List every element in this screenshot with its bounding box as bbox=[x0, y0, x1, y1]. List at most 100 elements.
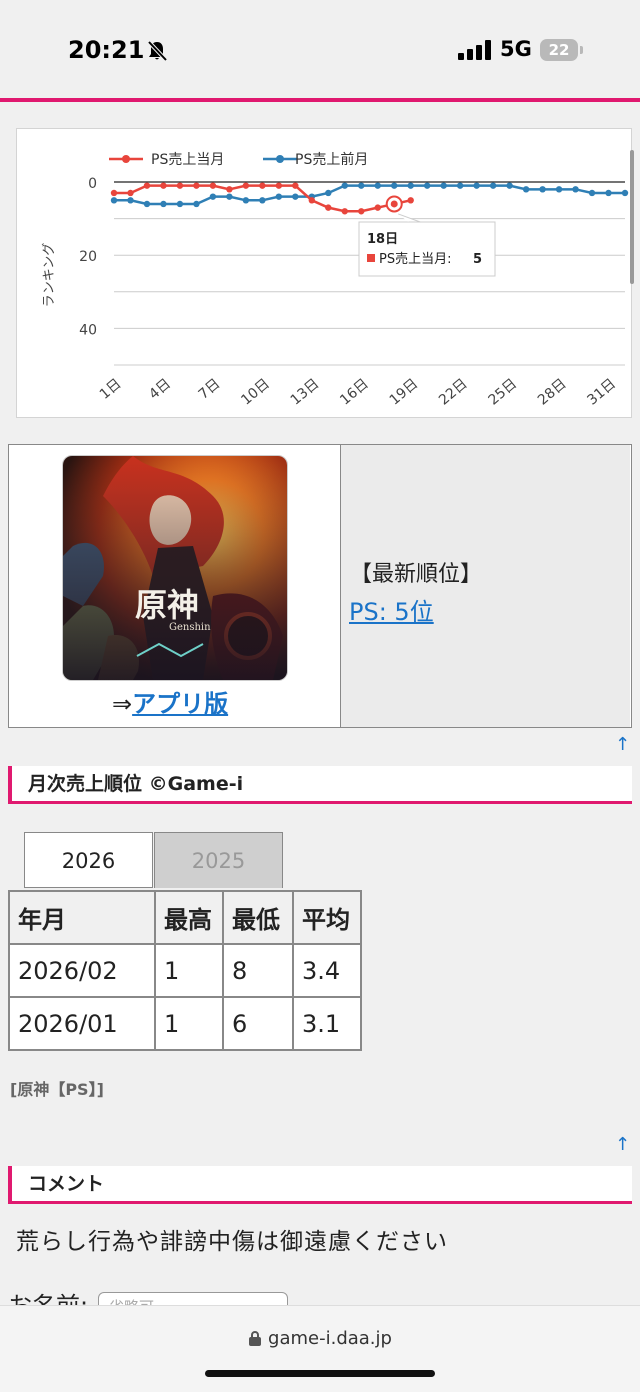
x-tick-label: 16日 bbox=[337, 376, 372, 409]
data-point bbox=[110, 189, 118, 197]
x-tick-label: 7日 bbox=[196, 376, 224, 403]
data-point bbox=[407, 182, 414, 189]
data-point bbox=[160, 200, 167, 208]
series-line bbox=[114, 184, 625, 206]
app-version-link-row: ⇒アプリ版 bbox=[112, 684, 228, 719]
data-point bbox=[226, 193, 233, 200]
x-tick-label: 1日 bbox=[97, 376, 125, 403]
data-point bbox=[407, 197, 414, 204]
x-tick-label: 31日 bbox=[584, 376, 619, 409]
ranking-chart[interactable]: 0 20 40 ランキング 1日 4日 7日 10日 13日 16日 19日 22日 25日 28日 31日… bbox=[17, 129, 631, 417]
back-to-top-arrow[interactable]: ↑ bbox=[615, 734, 630, 755]
y-axis-label: ランキング bbox=[42, 243, 57, 308]
data-point bbox=[127, 197, 134, 204]
svg-text:原神: 原神 bbox=[135, 586, 199, 624]
back-to-top-arrow[interactable]: ↑ bbox=[615, 1134, 630, 1155]
game-tag[interactable]: [原神【PS】] bbox=[10, 1076, 104, 1100]
data-point bbox=[259, 197, 266, 204]
status-time: 20:21 bbox=[68, 36, 145, 64]
url-text: game-i.daa.jp bbox=[268, 1328, 392, 1349]
comment-notice: 荒らし行為や誹謗中傷は御遠慮ください bbox=[16, 1229, 448, 1255]
latest-rank-title: 【最新順位】 bbox=[350, 562, 483, 587]
x-tick-label: 28日 bbox=[535, 376, 570, 409]
battery-icon: 22 bbox=[540, 39, 578, 61]
data-point bbox=[292, 182, 299, 189]
table-row: 2026/02 1 8 3.4 bbox=[8, 943, 362, 998]
battery-tip bbox=[580, 46, 583, 54]
silent-bell-icon bbox=[147, 40, 168, 62]
tooltip-title: 18日 bbox=[367, 232, 398, 247]
data-point bbox=[226, 186, 233, 193]
col-year-month: 年月 bbox=[8, 890, 156, 945]
x-tick-label: 25日 bbox=[486, 376, 521, 409]
game-key-art[interactable]: 原神 Genshin bbox=[62, 455, 288, 681]
col-worst: 最低 bbox=[222, 890, 294, 945]
data-point bbox=[572, 186, 579, 193]
tooltip-swatch bbox=[367, 254, 375, 262]
data-point bbox=[193, 182, 200, 189]
tab-2026[interactable]: 2026 bbox=[24, 832, 153, 888]
data-point bbox=[275, 182, 283, 189]
cell-worst: 6 bbox=[222, 996, 294, 1051]
col-average: 平均 bbox=[292, 890, 362, 945]
data-point bbox=[588, 189, 596, 197]
x-tick-label: 22日 bbox=[436, 376, 471, 409]
tooltip-label: PS売上当月: bbox=[379, 251, 451, 267]
data-point bbox=[160, 182, 167, 189]
data-point bbox=[209, 193, 217, 200]
tooltip-box bbox=[358, 221, 496, 277]
data-point bbox=[143, 182, 151, 189]
data-point bbox=[259, 182, 266, 189]
data-point bbox=[423, 182, 431, 189]
app-version-link[interactable]: アプリ版 bbox=[132, 690, 228, 718]
data-point bbox=[391, 182, 398, 189]
chart-scrollbar[interactable] bbox=[630, 150, 634, 284]
highlight-dot bbox=[390, 200, 398, 208]
home-indicator[interactable] bbox=[205, 1370, 435, 1377]
latest-rank-link[interactable]: PS: 5位 bbox=[349, 592, 434, 627]
data-point bbox=[325, 189, 332, 197]
ranking-chart-panel: 0 20 40 ランキング 1日 4日 7日 10日 13日 16日 19日 22日 25日 28日 31日… bbox=[16, 128, 632, 418]
legend-swatch-dot bbox=[276, 155, 284, 163]
legend-label: PS売上当月 bbox=[151, 152, 224, 168]
url-row[interactable]: game-i.daa.jp bbox=[0, 1328, 640, 1349]
legend-swatch-dot bbox=[122, 155, 130, 163]
table-row: 2026/01 1 6 3.1 bbox=[8, 996, 362, 1051]
cell-average: 3.4 bbox=[292, 943, 362, 998]
data-point bbox=[242, 182, 250, 189]
svg-text:Genshin: Genshin bbox=[169, 622, 211, 633]
legend-label: PS売上前月 bbox=[295, 151, 368, 168]
data-point bbox=[358, 208, 365, 215]
cell-year-month: 2026/02 bbox=[8, 943, 156, 998]
data-point bbox=[605, 189, 612, 197]
data-point bbox=[176, 200, 184, 208]
data-point bbox=[176, 182, 184, 189]
header-rule bbox=[0, 98, 640, 102]
data-point bbox=[374, 182, 381, 189]
tab-2025[interactable]: 2025 bbox=[154, 832, 283, 888]
data-point bbox=[341, 208, 348, 215]
right-arrow: ⇒ bbox=[112, 690, 133, 718]
data-point bbox=[242, 197, 250, 204]
cell-worst: 8 bbox=[222, 943, 294, 998]
tooltip-pointer bbox=[398, 213, 421, 223]
lock-icon bbox=[249, 1331, 262, 1346]
cell-average: 3.1 bbox=[292, 996, 362, 1051]
data-point bbox=[143, 200, 151, 208]
game-box-divider bbox=[340, 445, 341, 727]
data-point bbox=[555, 186, 563, 193]
data-point bbox=[127, 189, 134, 197]
cell-year-month: 2026/01 bbox=[8, 996, 156, 1051]
data-point bbox=[110, 197, 118, 204]
data-point bbox=[325, 204, 332, 211]
comment-heading: コメント bbox=[8, 1166, 632, 1204]
cell-best: 1 bbox=[154, 943, 224, 998]
x-tick-label: 4日 bbox=[146, 376, 174, 403]
y-tick-label: 40 bbox=[79, 322, 97, 338]
x-tick-label: 19日 bbox=[387, 376, 422, 409]
x-tick-label: 13日 bbox=[288, 376, 323, 409]
data-point bbox=[539, 186, 546, 193]
data-point bbox=[506, 182, 513, 189]
y-tick-label: 0 bbox=[88, 176, 97, 192]
data-point bbox=[275, 193, 283, 200]
